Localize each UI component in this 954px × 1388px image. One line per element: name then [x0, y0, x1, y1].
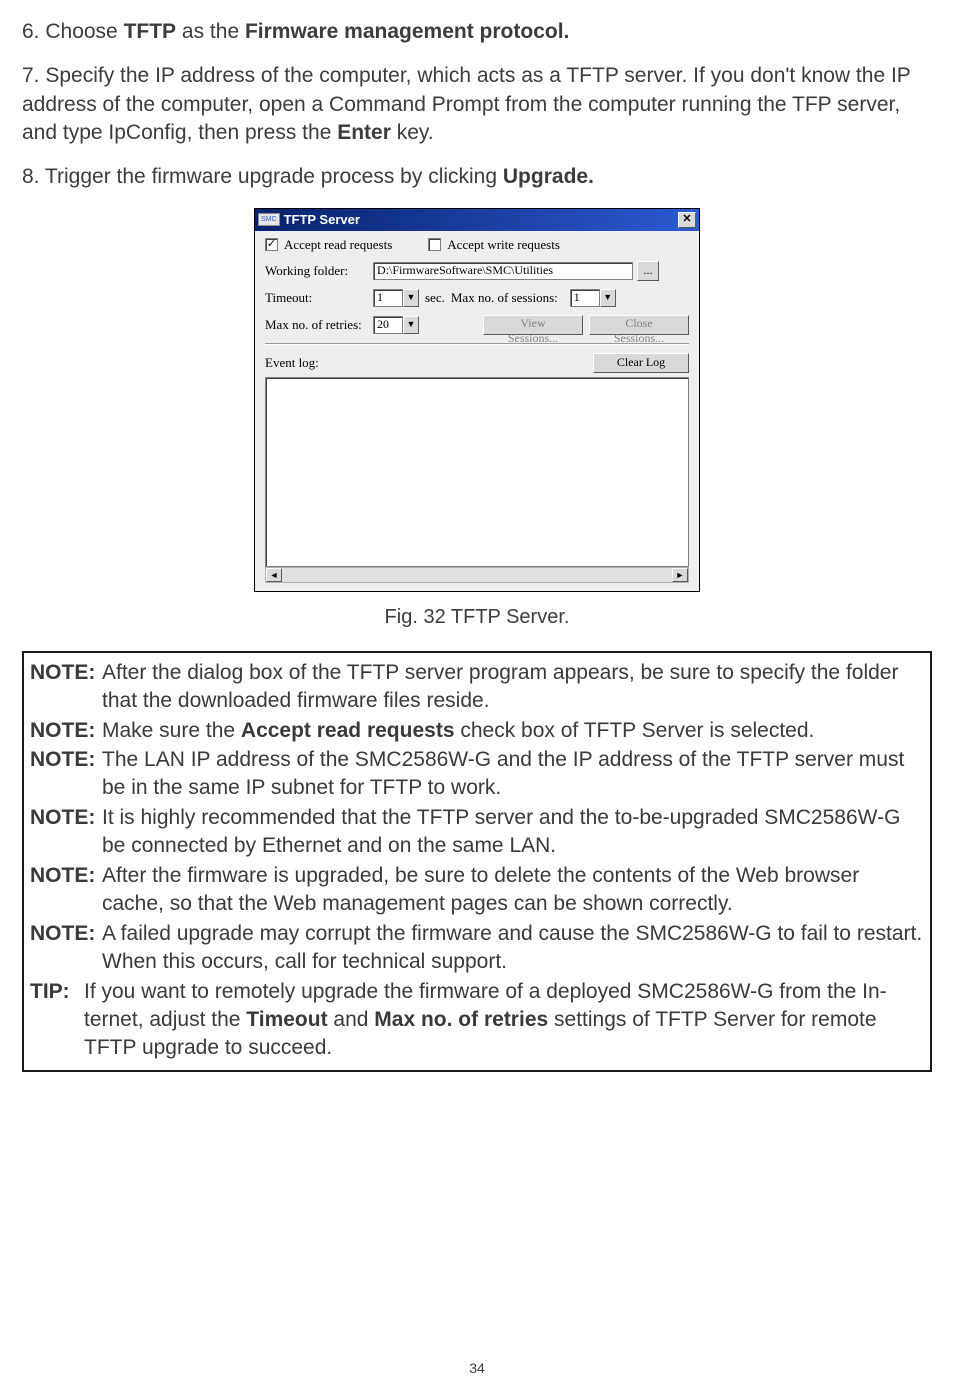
working-folder-input[interactable]: [373, 262, 633, 280]
dialog-title: TFTP Server: [284, 212, 678, 227]
working-folder-label: Working folder:: [265, 263, 373, 279]
max-sessions-combo[interactable]: ▼: [570, 289, 616, 307]
note-label: NOTE:: [30, 920, 102, 976]
step8-bold: Upgrade.: [503, 165, 594, 188]
note-2: NOTE: Make sure the Accept read requests…: [30, 717, 924, 745]
note-label: NOTE:: [30, 717, 102, 745]
step-8: 8. Trigger the firmware upgrade process …: [22, 163, 932, 191]
page-number: 34: [0, 1360, 954, 1376]
note-4: NOTE: It is highly recommended that the …: [30, 804, 924, 860]
tip: TIP: If you want to remotely upgrade the…: [30, 978, 924, 1062]
step-7: 7. Specify the IP address of the compute…: [22, 62, 932, 147]
step-6: 6. Choose TFTP as the Firmware managemen…: [22, 18, 932, 46]
note-label: NOTE:: [30, 862, 102, 918]
note-label: NOTE:: [30, 804, 102, 860]
working-folder-row: Working folder: ...: [265, 261, 689, 281]
max-retries-input[interactable]: [373, 316, 403, 334]
tip-mid: and: [328, 1008, 375, 1031]
note-6: NOTE: A failed upgrade may corrupt the f…: [30, 920, 924, 976]
note-body: The LAN IP address of the SMC2586W-G and…: [102, 746, 924, 802]
event-log-label: Event log:: [265, 355, 593, 371]
note-body: It is highly recommended that the TFTP s…: [102, 804, 924, 860]
tip-body: If you want to remotely upgrade the firm…: [84, 978, 924, 1062]
checkbox-box-empty: [428, 238, 441, 251]
max-sessions-input[interactable]: [570, 289, 600, 307]
step6-bold2: Firmware management protocol.: [245, 20, 569, 43]
note-label: NOTE:: [30, 659, 102, 715]
step7-tail: key.: [391, 121, 434, 144]
retries-row: Max no. of retries: ▼ View Sessions... C…: [265, 315, 689, 335]
note-body: After the firmware is upgraded, be sure …: [102, 862, 924, 918]
timeout-combo[interactable]: ▼: [373, 289, 419, 307]
max-retries-label: Max no. of retries:: [265, 317, 373, 333]
timeout-input[interactable]: [373, 289, 403, 307]
note-body: After the dialog box of the TFTP server …: [102, 659, 924, 715]
notes-box: NOTE: After the dialog box of the TFTP s…: [22, 651, 932, 1072]
step6-bold1: TFTP: [124, 20, 177, 43]
sec-label: sec.: [425, 290, 445, 306]
note-5: NOTE: After the firmware is upgraded, be…: [30, 862, 924, 918]
note-body: A failed upgrade may corrupt the firmwar…: [102, 920, 924, 976]
timeout-label: Timeout:: [265, 290, 373, 306]
max-sessions-label: Max no. of sessions:: [451, 290, 558, 306]
view-sessions-button[interactable]: View Sessions...: [483, 315, 583, 335]
tftp-dialog-screenshot: SMC TFTP Server ✕ ✓ Accept read requests…: [254, 208, 700, 592]
close-button[interactable]: ✕: [678, 212, 696, 228]
horizontal-scrollbar[interactable]: ◄ ►: [265, 567, 689, 583]
check-icon: ✓: [267, 239, 276, 250]
close-icon: ✕: [682, 213, 691, 225]
scroll-track[interactable]: [282, 568, 672, 582]
event-log-listbox[interactable]: [265, 377, 689, 567]
note2-post: check box of TFTP Server is selected.: [455, 719, 815, 742]
step6-mid: as the: [176, 20, 245, 43]
figure-caption: Fig. 32 TFTP Server.: [22, 606, 932, 629]
accept-read-label: Accept read requests: [284, 237, 392, 253]
scroll-right-icon[interactable]: ►: [672, 568, 688, 582]
scroll-left-icon[interactable]: ◄: [266, 568, 282, 582]
note-3: NOTE: The LAN IP address of the SMC2586W…: [30, 746, 924, 802]
max-retries-combo[interactable]: ▼: [373, 316, 419, 334]
accept-write-checkbox[interactable]: Accept write requests: [428, 237, 560, 253]
chevron-down-icon[interactable]: ▼: [403, 289, 419, 307]
accept-read-checkbox[interactable]: ✓ Accept read requests: [265, 237, 392, 253]
tip-bold2: Max no. of retries: [374, 1008, 548, 1031]
tip-label: TIP:: [30, 978, 84, 1062]
close-sessions-button[interactable]: Close Sessions...: [589, 315, 689, 335]
accept-write-label: Accept write requests: [447, 237, 560, 253]
browse-button[interactable]: ...: [637, 261, 659, 281]
note2-bold: Accept read requests: [241, 719, 455, 742]
step7-text: 7. Specify the IP address of the compute…: [22, 64, 910, 144]
note-body: Make sure the Accept read requests check…: [102, 717, 924, 745]
step7-bold: Enter: [337, 121, 391, 144]
chevron-down-icon[interactable]: ▼: [600, 289, 616, 307]
timeout-row: Timeout: ▼ sec. Max no. of sessions: ▼: [265, 289, 689, 307]
clear-log-button[interactable]: Clear Log: [593, 353, 689, 373]
dialog-titlebar[interactable]: SMC TFTP Server ✕: [255, 209, 699, 231]
accept-row: ✓ Accept read requests Accept write requ…: [265, 237, 689, 253]
step6-prefix: 6. Choose: [22, 20, 124, 43]
step8-prefix: 8. Trigger the firmware upgrade process …: [22, 165, 503, 188]
note-1: NOTE: After the dialog box of the TFTP s…: [30, 659, 924, 715]
checkbox-box: ✓: [265, 238, 278, 251]
event-log-header-row: Event log: Clear Log: [265, 353, 689, 373]
note2-pre: Make sure the: [102, 719, 241, 742]
note-label: NOTE:: [30, 746, 102, 802]
titlebar-badge: SMC: [258, 213, 280, 226]
tip-bold1: Timeout: [246, 1008, 327, 1031]
chevron-down-icon[interactable]: ▼: [403, 316, 419, 334]
